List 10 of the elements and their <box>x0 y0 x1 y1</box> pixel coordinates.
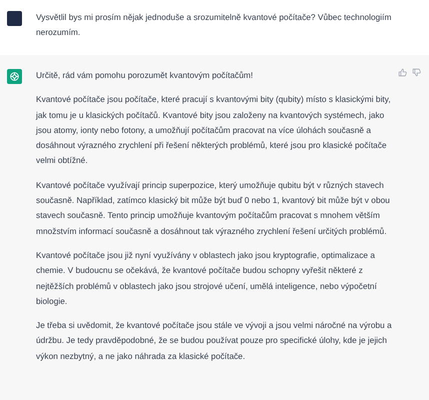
user-avatar <box>7 11 22 26</box>
message-text: Je třeba si uvědomit, že kvantové počítače jsou stále ve vývoji a jsou velmi náročné na výrobu a údržbu. Je tedy pravděpodobné, že se budou používat pouze pro specifické úlohy, kde je jejich výkon nezbytný, a ne jako náhrada za klasické počítače. <box>36 319 392 363</box>
message-text: Vysvětlil bys mi prosím nějak jednoduše a srozumitelně kvantové počítače? Vůbec technologiím nerozumím. <box>36 11 392 40</box>
knot-icon <box>10 72 19 81</box>
thumbs-up-icon[interactable] <box>398 68 407 77</box>
message-text: Kvantové počítače jsou již nyní využívány v oblastech jako jsou kryptografie, optimalizace a chemie. V budoucnu se očekává, že kvantové počítače budou schopny vyřešit některé z nejtěžších problémů v oblastech jako jsou strojové učení, umělá inteligence, nebo výpočetní biologie. <box>36 248 378 308</box>
message-text: Kvantové počítače jsou počítače, které pracují s kvantovými bity (qubity) místo s klasickými bity, jak tomu je u klasických počítačů. Kvantové bity jsou založeny na kvantových systémech, jako jsou atomy, ionty nebo fotony, a umožňují počítačům pracovat na více úlohách současně a dosáhnout výrazného zrychlení při řešení některých problémů, které jsou pro klasické počítače velmi obtížné. <box>36 93 392 168</box>
message-text: Kvantové počítače využívají princip superpozice, který umožňuje qubitu být v různých stavech současně. Například, zatímco klasický bit může být buď 0 nebo 1, kvantový bit může být v obou stavech současně. Tento princip umožňuje kvantovým počítačům pracovat s mnohem větším množstvím informací současně a dosáhnout tak výrazného zrychlení řešení určitých problémů. <box>36 178 391 238</box>
thumbs-down-icon[interactable] <box>412 68 421 77</box>
message-text: Určitě, rád vám pomohu porozumět kvantovým počítačům! <box>36 69 254 82</box>
